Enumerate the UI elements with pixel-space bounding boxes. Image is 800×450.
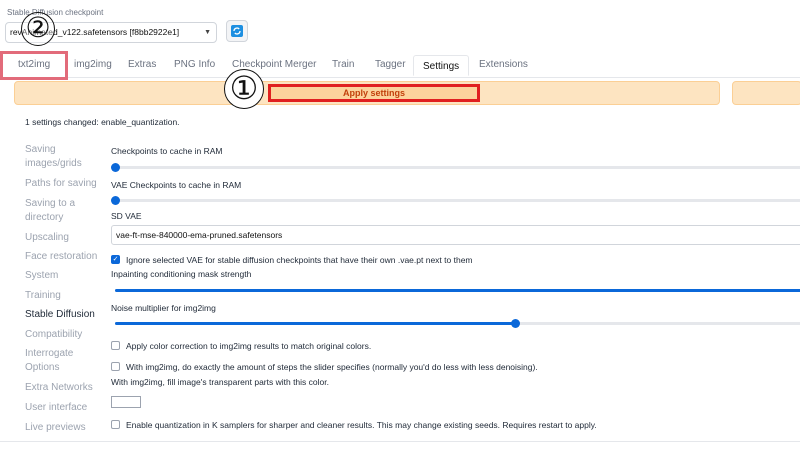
inpaint-strength-label: Inpainting conditioning mask strength	[111, 269, 252, 279]
chevron-down-icon: ▼	[204, 29, 211, 36]
exact-steps-checkbox[interactable]	[111, 362, 120, 371]
fill-color-picker[interactable]	[111, 396, 141, 408]
sidebar-item-compatibility[interactable]: Compatibility	[25, 328, 105, 342]
slider-handle[interactable]	[111, 163, 120, 172]
sidebar-item-stable-diffusion[interactable]: Stable Diffusion	[25, 308, 105, 322]
tab-tagger[interactable]: Tagger	[375, 59, 406, 70]
highlight-box-txt2img	[0, 51, 68, 80]
annotation-marker-1: ①	[224, 69, 264, 109]
noise-multiplier-slider[interactable]	[115, 319, 800, 328]
sidebar-item-paths-for-saving[interactable]: Paths for saving	[25, 177, 105, 191]
fill-transparent-label: With img2img, fill image's transparent p…	[111, 377, 329, 387]
tab-png-info[interactable]: PNG Info	[174, 59, 215, 70]
vae-cache-label: VAE Checkpoints to cache in RAM	[111, 180, 242, 190]
sd-vae-label: SD VAE	[111, 211, 142, 221]
ignore-vae-checkbox[interactable]: ✓	[111, 255, 120, 264]
tab-extensions[interactable]: Extensions	[479, 59, 528, 70]
checkpoint-label: Stable Diffusion checkpoint	[7, 8, 104, 17]
ignore-vae-label: Ignore selected VAE for stable diffusion…	[126, 255, 473, 265]
reload-ui-button[interactable]	[732, 81, 800, 105]
vae-cache-slider[interactable]	[111, 196, 800, 205]
ckpt-cache-slider[interactable]	[111, 163, 800, 172]
sidebar-item-saving-images[interactable]: Saving images/grids	[25, 143, 105, 171]
slider-handle[interactable]	[111, 196, 120, 205]
sidebar-item-training[interactable]: Training	[25, 289, 105, 303]
divider	[0, 441, 800, 442]
sidebar-item-saving-to-directory[interactable]: Saving to a directory	[25, 197, 105, 225]
color-correction-label: Apply color correction to img2img result…	[126, 341, 372, 351]
apply-settings-button[interactable]: Apply settings	[268, 84, 480, 102]
slider-handle[interactable]	[511, 319, 521, 328]
sd-vae-dropdown[interactable]: vae-ft-mse-840000-ema-pruned.safetensors	[111, 225, 800, 245]
changed-settings-status: 1 settings changed: enable_quantization.	[25, 117, 180, 127]
ckpt-cache-label: Checkpoints to cache in RAM	[111, 146, 223, 156]
sidebar-item-face-restoration[interactable]: Face restoration	[25, 250, 105, 264]
tab-extras[interactable]: Extras	[128, 59, 156, 70]
inpaint-strength-slider[interactable]	[115, 289, 800, 292]
color-correction-checkbox[interactable]	[111, 341, 120, 350]
sidebar-item-interrogate-options[interactable]: Interrogate Options	[25, 347, 105, 375]
quantization-checkbox[interactable]	[111, 420, 120, 429]
sidebar-item-upscaling[interactable]: Upscaling	[25, 231, 105, 245]
sidebar-item-extra-networks[interactable]: Extra Networks	[25, 381, 105, 395]
tab-img2img[interactable]: img2img	[74, 59, 112, 70]
sidebar-item-live-previews[interactable]: Live previews	[25, 421, 105, 435]
refresh-button[interactable]	[226, 20, 248, 42]
refresh-icon	[231, 25, 243, 37]
noise-multiplier-label: Noise multiplier for img2img	[111, 303, 216, 313]
tab-settings[interactable]: Settings	[413, 55, 470, 76]
quantization-label: Enable quantization in K samplers for sh…	[126, 420, 597, 430]
tab-train[interactable]: Train	[332, 59, 354, 70]
sidebar-item-system[interactable]: System	[25, 269, 105, 283]
exact-steps-label: With img2img, do exactly the amount of s…	[126, 362, 538, 372]
tab-bar: txt2img img2img Extras PNG Info Checkpoi…	[0, 55, 800, 78]
annotation-marker-2: ②	[21, 12, 55, 46]
sidebar-item-user-interface[interactable]: User interface	[25, 401, 105, 415]
